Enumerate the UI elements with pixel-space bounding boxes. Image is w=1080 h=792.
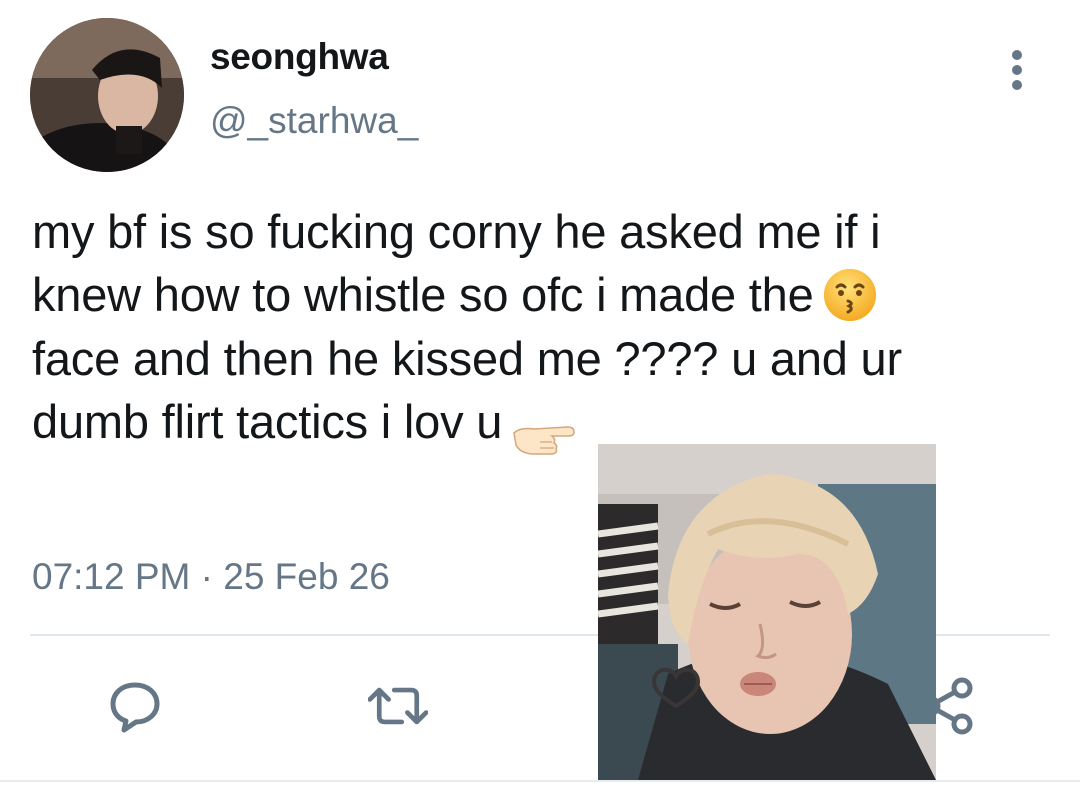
overlay-photo <box>598 444 936 780</box>
retweet-button[interactable] <box>368 676 428 736</box>
tweet-line: face and then he kissed me ???? u and ur <box>32 331 902 385</box>
tweet-timestamp[interactable]: 07:12 PM · 25 Feb 26 <box>32 556 390 598</box>
more-options-icon[interactable] <box>1003 48 1031 92</box>
kissing-face-emoji-icon <box>822 267 878 323</box>
user-handle[interactable]: @_starhwa_ <box>210 100 418 142</box>
reply-icon <box>110 682 160 733</box>
tweet-line: dumb flirt tactics i lov u <box>32 394 503 448</box>
tweet-text: my bf is so fucking corny he asked me if… <box>32 200 1052 455</box>
retweet-icon <box>368 687 428 725</box>
tweet-line: my bf is so fucking corny he asked me if… <box>32 205 881 258</box>
tweet-line: knew how to whistle so ofc i made the <box>32 268 814 321</box>
tweet-line-with-emoji: knew how to whistle so ofc i made the <box>32 263 1052 327</box>
display-name[interactable]: seonghwa <box>210 36 389 78</box>
reply-button[interactable] <box>105 676 165 736</box>
avatar[interactable] <box>30 18 184 172</box>
pointing-hand-emoji-icon <box>510 409 578 455</box>
bottom-divider <box>0 780 1080 782</box>
